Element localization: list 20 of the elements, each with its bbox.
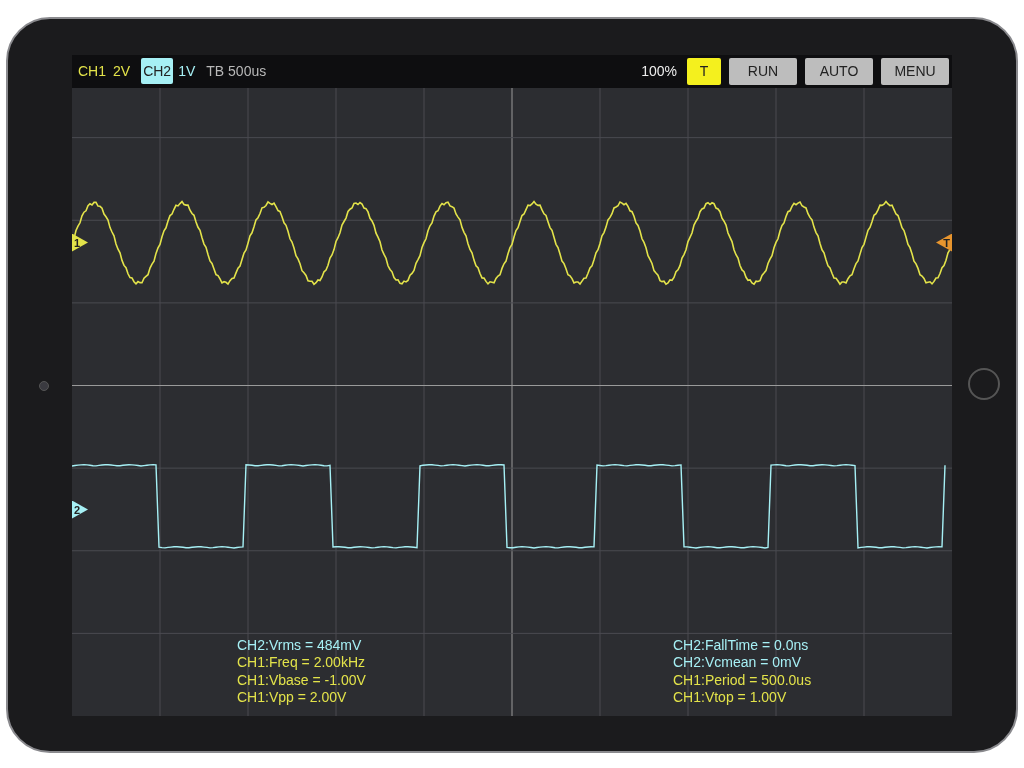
measurement-text: CH1:Period = 500.0us [673, 671, 812, 689]
measurement-text: CH2:FallTime = 0.0ns [673, 636, 810, 654]
home-button[interactable] [968, 368, 1000, 400]
measurement-text: CH2:Vcmean = 0mV [673, 654, 802, 672]
channel-label[interactable]: CH1 [76, 58, 108, 84]
toolbar-button[interactable]: MENU [881, 57, 949, 85]
toolbar-button[interactable]: T [687, 57, 721, 85]
timebase-label: TB 500us [206, 63, 267, 79]
channel-scale: 2V [113, 63, 131, 79]
measurement-text: CH1:Vtop = 1.00V [673, 689, 788, 707]
measurement-text: CH1:Freq = 2.00kHz [237, 654, 366, 672]
channel-label[interactable]: CH2 [141, 58, 174, 84]
camera-icon [39, 381, 49, 391]
measurement-text: CH2:Vrms = 484mV [237, 636, 363, 654]
toolbar-button[interactable]: AUTO [805, 57, 873, 85]
toolbar-button[interactable]: RUN [729, 57, 797, 85]
channel-scale: 1V [178, 63, 196, 79]
zoom-level: 100% [641, 63, 677, 79]
measurement-text: CH1:Vpp = 2.00V [237, 689, 348, 707]
measurement-text: CH1:Vbase = -1.00V [237, 671, 366, 689]
